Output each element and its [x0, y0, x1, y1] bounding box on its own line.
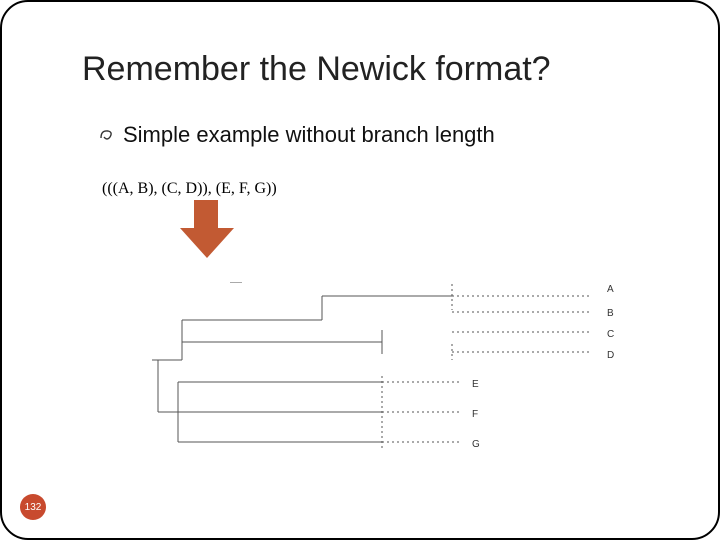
slide-title: Remember the Newick format?: [82, 50, 551, 89]
newick-string: (((A, B), (C, D)), (E, F, G)): [102, 180, 277, 198]
leaf-label-a: A: [607, 284, 614, 295]
leaf-label-c: C: [607, 329, 614, 340]
leaf-label-e: E: [472, 379, 479, 390]
swirl-bullet-icon: [97, 125, 117, 145]
page-number-badge: 132: [20, 494, 46, 520]
slide-frame: Remember the Newick format? Simple examp…: [0, 0, 720, 540]
bullet-row: Simple example without branch length: [97, 122, 495, 148]
leaf-label-d: D: [607, 350, 614, 361]
leaf-label-b: B: [607, 308, 614, 319]
leaf-label-f: F: [472, 409, 478, 420]
phylogenetic-tree-icon: A B C D E F: [152, 282, 652, 472]
arrow-down-icon: [172, 200, 242, 260]
leaf-label-g: G: [472, 439, 480, 450]
bullet-text: Simple example without branch length: [123, 122, 495, 148]
